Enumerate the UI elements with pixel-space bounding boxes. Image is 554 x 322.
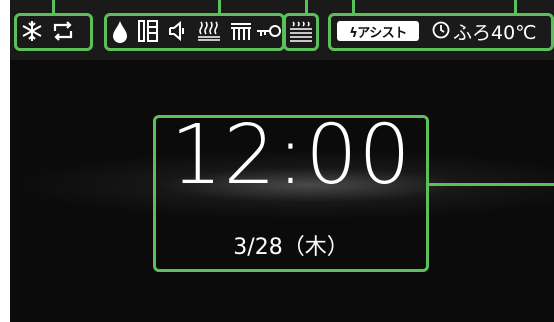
callout-line-status-group-a xyxy=(352,0,355,14)
speaker-icon xyxy=(167,20,189,42)
water-drop-icon xyxy=(111,19,129,45)
callout-line-status-group-b xyxy=(514,0,517,14)
snowflake-icon xyxy=(20,19,44,43)
key-icon xyxy=(256,22,282,40)
callout-line-clock xyxy=(427,183,554,186)
callout-line-left-group xyxy=(52,0,55,14)
clock-date: 3/28（木） xyxy=(233,235,349,260)
bathroom-heater-icon xyxy=(288,19,314,45)
clock-timer-icon xyxy=(431,20,451,40)
assist-badge: ϟアシスト xyxy=(337,21,419,41)
thermometer-icon xyxy=(135,18,161,44)
callout-line-right-group xyxy=(305,0,308,14)
shower-heater-icon xyxy=(228,19,254,43)
clock-time: 12:00 xyxy=(170,108,412,203)
floor-heater-icon xyxy=(196,19,222,43)
callout-line-middle-group xyxy=(218,0,221,14)
repeat-icon xyxy=(50,20,76,42)
bath-timer-text: ふろ40℃ xyxy=(453,22,537,44)
